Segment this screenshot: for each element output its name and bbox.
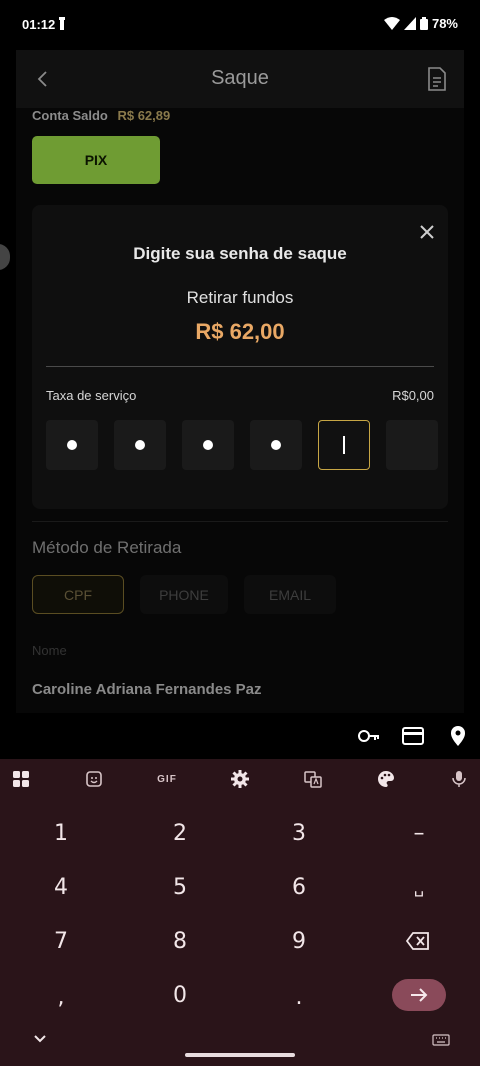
chevron-down-icon[interactable] <box>32 1031 48 1047</box>
enter-button[interactable] <box>392 979 446 1011</box>
method-tabs: CPF PHONE EMAIL <box>32 575 336 614</box>
modal-subtitle: Retirar fundos <box>186 288 294 307</box>
key-space[interactable]: ␣ <box>379 862 459 912</box>
document-icon[interactable] <box>426 66 448 92</box>
settings-gear-icon[interactable] <box>230 769 250 789</box>
pin-dot <box>135 440 145 450</box>
key-0[interactable]: 0 <box>140 970 220 1020</box>
sticker-icon[interactable] <box>84 769 104 789</box>
modal-divider <box>46 366 434 367</box>
balance-row: Conta Saldo R$ 62,89 <box>32 108 170 123</box>
close-icon[interactable] <box>416 221 438 243</box>
flashlight-icon <box>59 17 65 30</box>
status-right: 78% <box>383 16 458 31</box>
location-pin-icon[interactable] <box>446 725 470 747</box>
pin-digit[interactable] <box>250 420 302 470</box>
app-header: Saque <box>16 50 464 108</box>
balance-label: Conta Saldo <box>32 108 108 123</box>
name-label: Nome <box>32 643 67 658</box>
key-4[interactable]: 4 <box>21 862 101 912</box>
tab-phone[interactable]: PHONE <box>140 575 228 614</box>
key-3[interactable]: 3 <box>259 808 339 858</box>
key-8[interactable]: 8 <box>140 916 220 966</box>
key-6[interactable]: 6 <box>259 862 339 912</box>
status-bar: 01:12 78% <box>0 0 480 50</box>
status-time: 01:12 <box>22 17 56 32</box>
tab-cpf[interactable]: CPF <box>32 575 124 614</box>
pin-input[interactable] <box>46 420 438 470</box>
pix-button[interactable]: PIX <box>32 136 160 184</box>
keyboard-toolbar: GIF <box>0 759 480 801</box>
modal-title: Digite sua senha de saque <box>133 244 347 263</box>
battery-percent: 78% <box>431 16 458 31</box>
battery-icon <box>419 17 428 30</box>
theme-palette-icon[interactable] <box>376 769 396 789</box>
pin-digit[interactable] <box>182 420 234 470</box>
withdraw-method-title: Método de Retirada <box>32 538 182 557</box>
microphone-icon[interactable] <box>449 769 469 789</box>
balance-amount: R$ 62,89 <box>117 108 171 123</box>
key-7[interactable]: 7 <box>21 916 101 966</box>
autofill-bar <box>0 713 480 759</box>
signal-icon <box>403 17 416 30</box>
key-minus[interactable]: – <box>379 808 459 858</box>
side-handle[interactable] <box>0 244 10 270</box>
pin-digit[interactable] <box>46 420 98 470</box>
key-period[interactable]: . <box>259 972 339 1022</box>
arrow-right-icon <box>411 988 428 1002</box>
gesture-nav-bar[interactable] <box>185 1053 295 1057</box>
key-1[interactable]: 1 <box>21 808 101 858</box>
name-value[interactable]: Caroline Adriana Fernandes Paz <box>32 681 262 698</box>
gif-button[interactable]: GIF <box>156 769 178 789</box>
apps-grid-icon[interactable] <box>11 769 31 789</box>
pin-digit[interactable] <box>386 420 438 470</box>
keyboard-switch-icon[interactable] <box>432 1034 450 1046</box>
pin-dot <box>203 440 213 450</box>
key-2[interactable]: 2 <box>140 808 220 858</box>
text-caret <box>343 436 345 454</box>
fee-label: Taxa de serviço <box>46 388 137 403</box>
key-comma[interactable]: , <box>21 972 101 1022</box>
wifi-icon <box>383 17 400 30</box>
key-5[interactable]: 5 <box>140 862 220 912</box>
page-title: Saque <box>211 67 269 89</box>
withdraw-amount: R$ 62,00 <box>195 319 285 344</box>
pin-digit-active[interactable] <box>318 420 370 470</box>
pin-dot <box>271 440 281 450</box>
fee-value: R$0,00 <box>392 388 434 403</box>
credit-card-icon[interactable] <box>401 725 425 747</box>
backspace-icon[interactable] <box>406 931 430 951</box>
password-modal: Digite sua senha de saque Retirar fundos… <box>32 205 448 509</box>
translate-icon[interactable] <box>303 769 323 789</box>
tab-email[interactable]: EMAIL <box>244 575 336 614</box>
divider <box>32 521 448 522</box>
key-9[interactable]: 9 <box>259 916 339 966</box>
pin-dot <box>67 440 77 450</box>
key-icon[interactable] <box>357 725 381 747</box>
pin-digit[interactable] <box>114 420 166 470</box>
